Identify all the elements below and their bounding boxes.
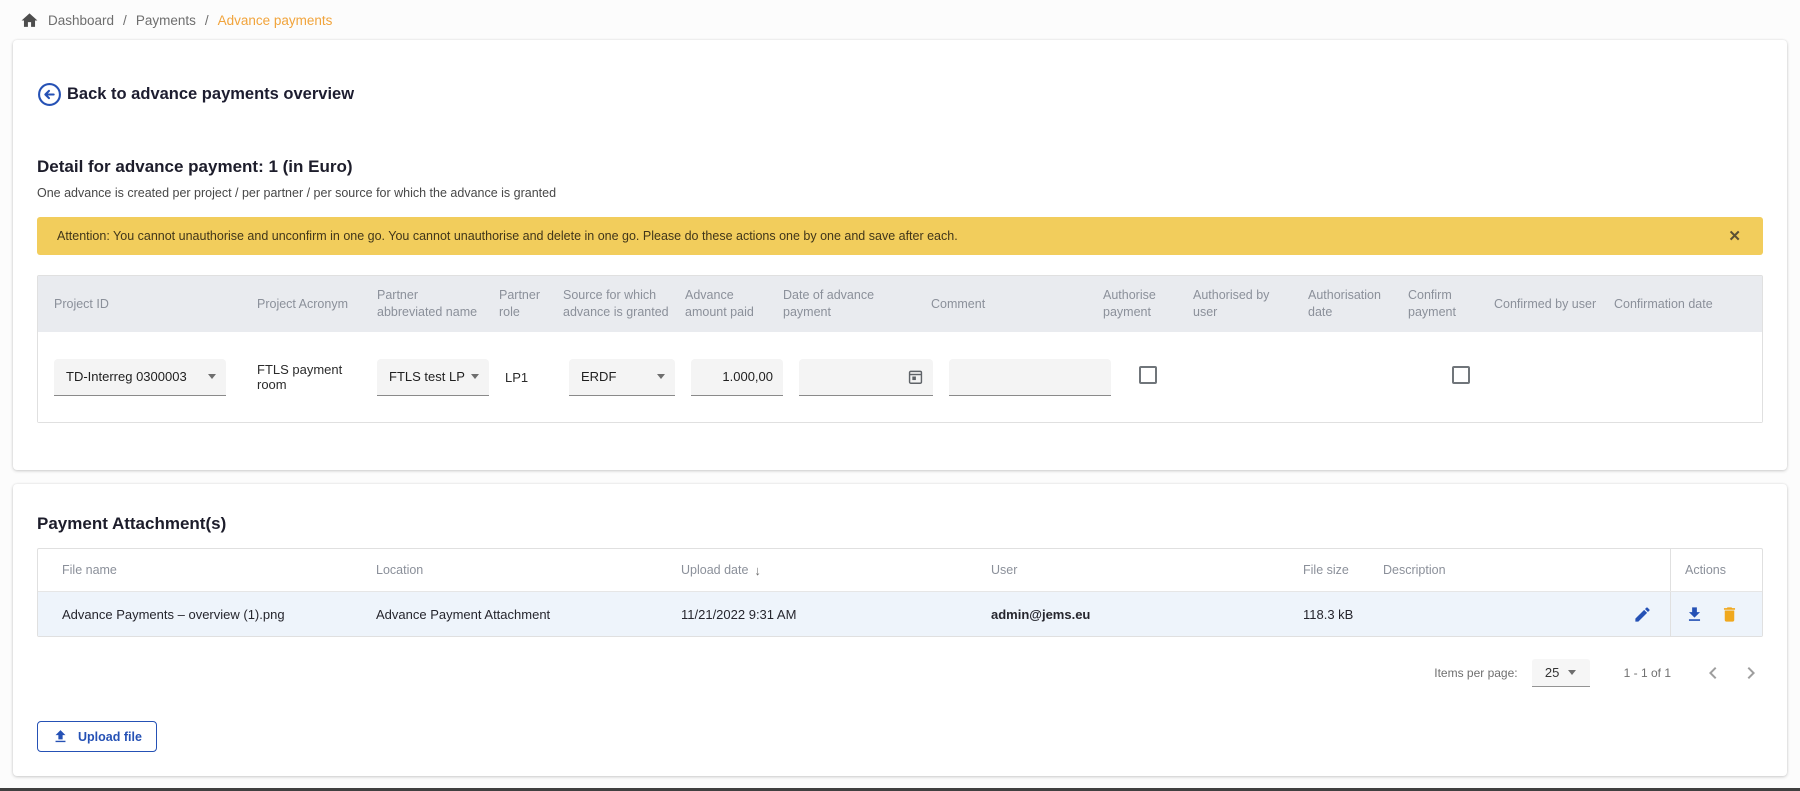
attachment-row: Advance Payments – overview (1).png Adva… — [38, 591, 1762, 636]
advance-payment-table: Project ID Project Acronym Partner abbre… — [37, 275, 1763, 423]
items-per-page-value: 25 — [1545, 665, 1559, 680]
col-source: Source for which advance is granted — [555, 279, 677, 329]
back-to-overview-link[interactable]: Back to advance payments overview — [37, 40, 354, 107]
partner-abbr-name-select[interactable]: FTLS test LP — [377, 359, 489, 396]
detail-title: Detail for advance payment: 1 (in Euro) — [37, 157, 1763, 177]
col-comment: Comment — [923, 288, 1095, 321]
breadcrumb: Dashboard / Payments / Advance payments — [0, 0, 1800, 40]
project-id-value: TD-Interreg 0300003 — [66, 369, 187, 384]
home-icon[interactable] — [20, 11, 39, 30]
col-partner-abbr-name: Partner abbreviated name — [369, 279, 491, 329]
items-per-page-select[interactable]: 25 — [1532, 659, 1590, 687]
upload-button-label: Upload file — [78, 730, 142, 744]
close-icon[interactable]: ✕ — [1724, 225, 1745, 248]
date-of-advance-input[interactable] — [799, 359, 933, 396]
partner-abbr-name-value: FTLS test LP — [389, 369, 465, 384]
delete-icon[interactable] — [1720, 605, 1739, 624]
breadcrumb-separator: / — [205, 13, 209, 28]
project-acronym-value: FTLS payment room — [249, 354, 369, 400]
col-project-acronym: Project Acronym — [249, 288, 369, 321]
file-size-value: 118.3 kB — [1295, 592, 1375, 636]
col-description: Description — [1375, 549, 1670, 591]
payment-attachments-card: Payment Attachment(s) File name Location… — [13, 484, 1787, 776]
comment-input[interactable] — [949, 359, 1111, 396]
attachments-title: Payment Attachment(s) — [37, 514, 1763, 534]
back-link-label: Back to advance payments overview — [67, 85, 354, 104]
attachments-table: File name Location Upload date ↓ User Fi… — [37, 548, 1763, 637]
caret-down-icon — [657, 374, 665, 379]
col-confirm-payment: Confirm payment — [1400, 279, 1486, 329]
col-upload-date[interactable]: Upload date ↓ — [673, 549, 983, 591]
attachments-header-row: File name Location Upload date ↓ User Fi… — [38, 549, 1762, 591]
source-select[interactable]: ERDF — [569, 359, 675, 396]
payment-table-header-row: Project ID Project Acronym Partner abbre… — [38, 276, 1762, 332]
col-file-size: File size — [1295, 549, 1375, 591]
partner-role-value: LP1 — [497, 362, 561, 393]
upload-date-label: Upload date — [681, 563, 748, 577]
upload-date-value: 11/21/2022 9:31 AM — [673, 592, 983, 636]
authorise-payment-checkbox[interactable] — [1139, 366, 1157, 384]
col-authorised-by: Authorised by user — [1185, 279, 1300, 329]
pagination-range: 1 - 1 of 1 — [1624, 666, 1671, 680]
items-per-page-label: Items per page: — [1434, 666, 1517, 680]
file-name-value: Advance Payments – overview (1).png — [38, 592, 368, 636]
warning-text: Attention: You cannot unauthorise and un… — [57, 229, 958, 243]
authorised-by-user-value — [1209, 369, 1324, 385]
arrow-circle-left-icon — [37, 82, 62, 107]
authorisation-date-value — [1324, 369, 1424, 385]
download-icon[interactable] — [1685, 605, 1704, 624]
confirm-payment-checkbox[interactable] — [1452, 366, 1470, 384]
col-authorise-payment: Authorise payment — [1095, 279, 1185, 329]
detail-subtitle: One advance is created per project / per… — [37, 186, 1763, 200]
next-page-icon[interactable] — [1739, 661, 1763, 685]
sort-descending-icon: ↓ — [754, 563, 761, 578]
breadcrumb-advance-payments: Advance payments — [218, 13, 333, 28]
col-partner-role: Partner role — [491, 279, 555, 329]
col-authorisation-date: Authorisation date — [1300, 279, 1400, 329]
col-confirmed-by: Confirmed by user — [1486, 288, 1606, 321]
caret-down-icon — [208, 374, 216, 379]
confirmed-by-user-value — [1510, 369, 1630, 385]
advance-amount-input[interactable]: 1.000,00 — [691, 359, 783, 396]
col-confirmation-date: Confirmation date — [1606, 288, 1762, 321]
col-advance-amount: Advance amount paid — [677, 279, 775, 329]
breadcrumb-dashboard[interactable]: Dashboard — [48, 13, 114, 28]
upload-file-button[interactable]: Upload file — [37, 721, 157, 752]
advance-payment-detail-card: Back to advance payments overview Detail… — [13, 40, 1787, 470]
edit-description-icon[interactable] — [1633, 605, 1652, 624]
source-value: ERDF — [581, 369, 616, 384]
col-project-id: Project ID — [38, 288, 249, 321]
advance-amount-value: 1.000,00 — [722, 369, 773, 384]
calendar-icon[interactable] — [906, 367, 925, 386]
confirmation-date-value — [1630, 369, 1762, 385]
breadcrumb-payments[interactable]: Payments — [136, 13, 196, 28]
location-value: Advance Payment Attachment — [368, 592, 673, 636]
user-value: admin@jems.eu — [983, 592, 1295, 636]
col-user: User — [983, 549, 1295, 591]
previous-page-icon[interactable] — [1701, 661, 1725, 685]
col-file-name: File name — [38, 549, 368, 591]
caret-down-icon — [471, 374, 479, 379]
breadcrumb-separator: / — [123, 13, 127, 28]
upload-icon — [52, 728, 69, 745]
col-location: Location — [368, 549, 673, 591]
warning-banner: Attention: You cannot unauthorise and un… — [37, 217, 1763, 255]
pagination: Items per page: 25 1 - 1 of 1 — [37, 659, 1763, 687]
col-date-of-advance: Date of advance payment — [775, 279, 923, 329]
col-actions: Actions — [1670, 549, 1762, 591]
payment-table-row: TD-Interreg 0300003 FTLS payment room FT… — [38, 332, 1762, 422]
caret-down-icon — [1568, 670, 1576, 675]
project-id-select[interactable]: TD-Interreg 0300003 — [54, 359, 226, 396]
